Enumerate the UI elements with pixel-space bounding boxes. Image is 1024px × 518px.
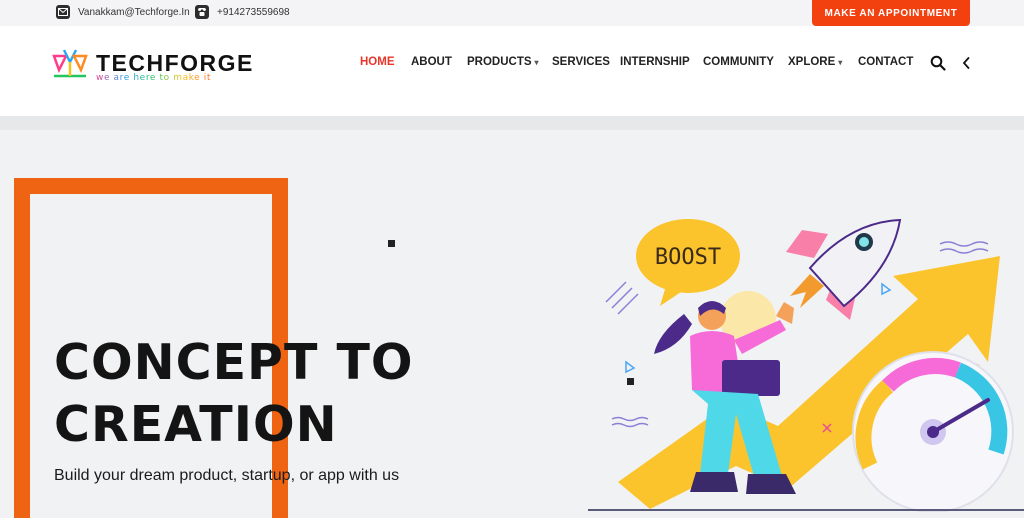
decorative-dot (388, 240, 395, 247)
make-appointment-button[interactable]: MAKE AN APPOINTMENT (812, 0, 970, 26)
nav-contact[interactable]: CONTACT (858, 56, 913, 68)
hero-title-line-1: CONCEPT TO (54, 334, 414, 391)
nav-home[interactable]: HOME (360, 56, 395, 68)
nav-products[interactable]: PRODUCTS ▾ (467, 56, 539, 68)
hero-illustration: BOOST (588, 204, 1024, 517)
email-contact[interactable]: Vanakkam@Techforge.In (56, 5, 190, 19)
nav-xplore[interactable]: XPLORE ▾ (788, 56, 842, 68)
tagline-text: we are here to make it (96, 73, 212, 83)
boost-label: BOOST (655, 245, 721, 270)
hero-title: CONCEPT TO CREATION (54, 332, 414, 456)
envelope-icon (56, 5, 70, 19)
search-icon[interactable] (930, 55, 946, 76)
hero-subtitle: Build your dream product, startup, or ap… (54, 467, 400, 484)
email-text: Vanakkam@Techforge.In (78, 6, 190, 18)
chevron-left-icon[interactable] (961, 55, 971, 76)
brand-tagline: we are here to make it (96, 73, 211, 83)
rocket-icon (786, 218, 902, 320)
boost-speech-bubble: BOOST (636, 219, 740, 306)
chevron-down-icon: ▾ (534, 58, 539, 67)
phone-icon (195, 5, 209, 19)
nav-products-label: PRODUCTS (467, 56, 532, 68)
site-header: TECHFORGE we are here to make it HOME AB… (0, 26, 1024, 116)
nav-about[interactable]: ABOUT (411, 56, 452, 68)
header-divider (0, 116, 1024, 130)
nav-community[interactable]: COMMUNITY (703, 56, 774, 68)
phone-text: +914273559698 (217, 6, 290, 18)
phone-contact[interactable]: +914273559698 (195, 5, 290, 19)
hero-title-line-2: CREATION (54, 396, 338, 453)
top-bar: Vanakkam@Techforge.In +914273559698 MAKE… (0, 0, 1024, 26)
nav-xplore-label: XPLORE (788, 56, 836, 68)
nav-services[interactable]: SERVICES (552, 56, 610, 68)
speedometer-icon (852, 351, 1014, 513)
logo-mark-icon[interactable] (52, 46, 88, 87)
decorative-triangle (625, 360, 636, 374)
nav-internship[interactable]: INTERNSHIP (620, 56, 690, 68)
decorative-triangle (881, 282, 892, 296)
chevron-down-icon: ▾ (838, 58, 843, 67)
